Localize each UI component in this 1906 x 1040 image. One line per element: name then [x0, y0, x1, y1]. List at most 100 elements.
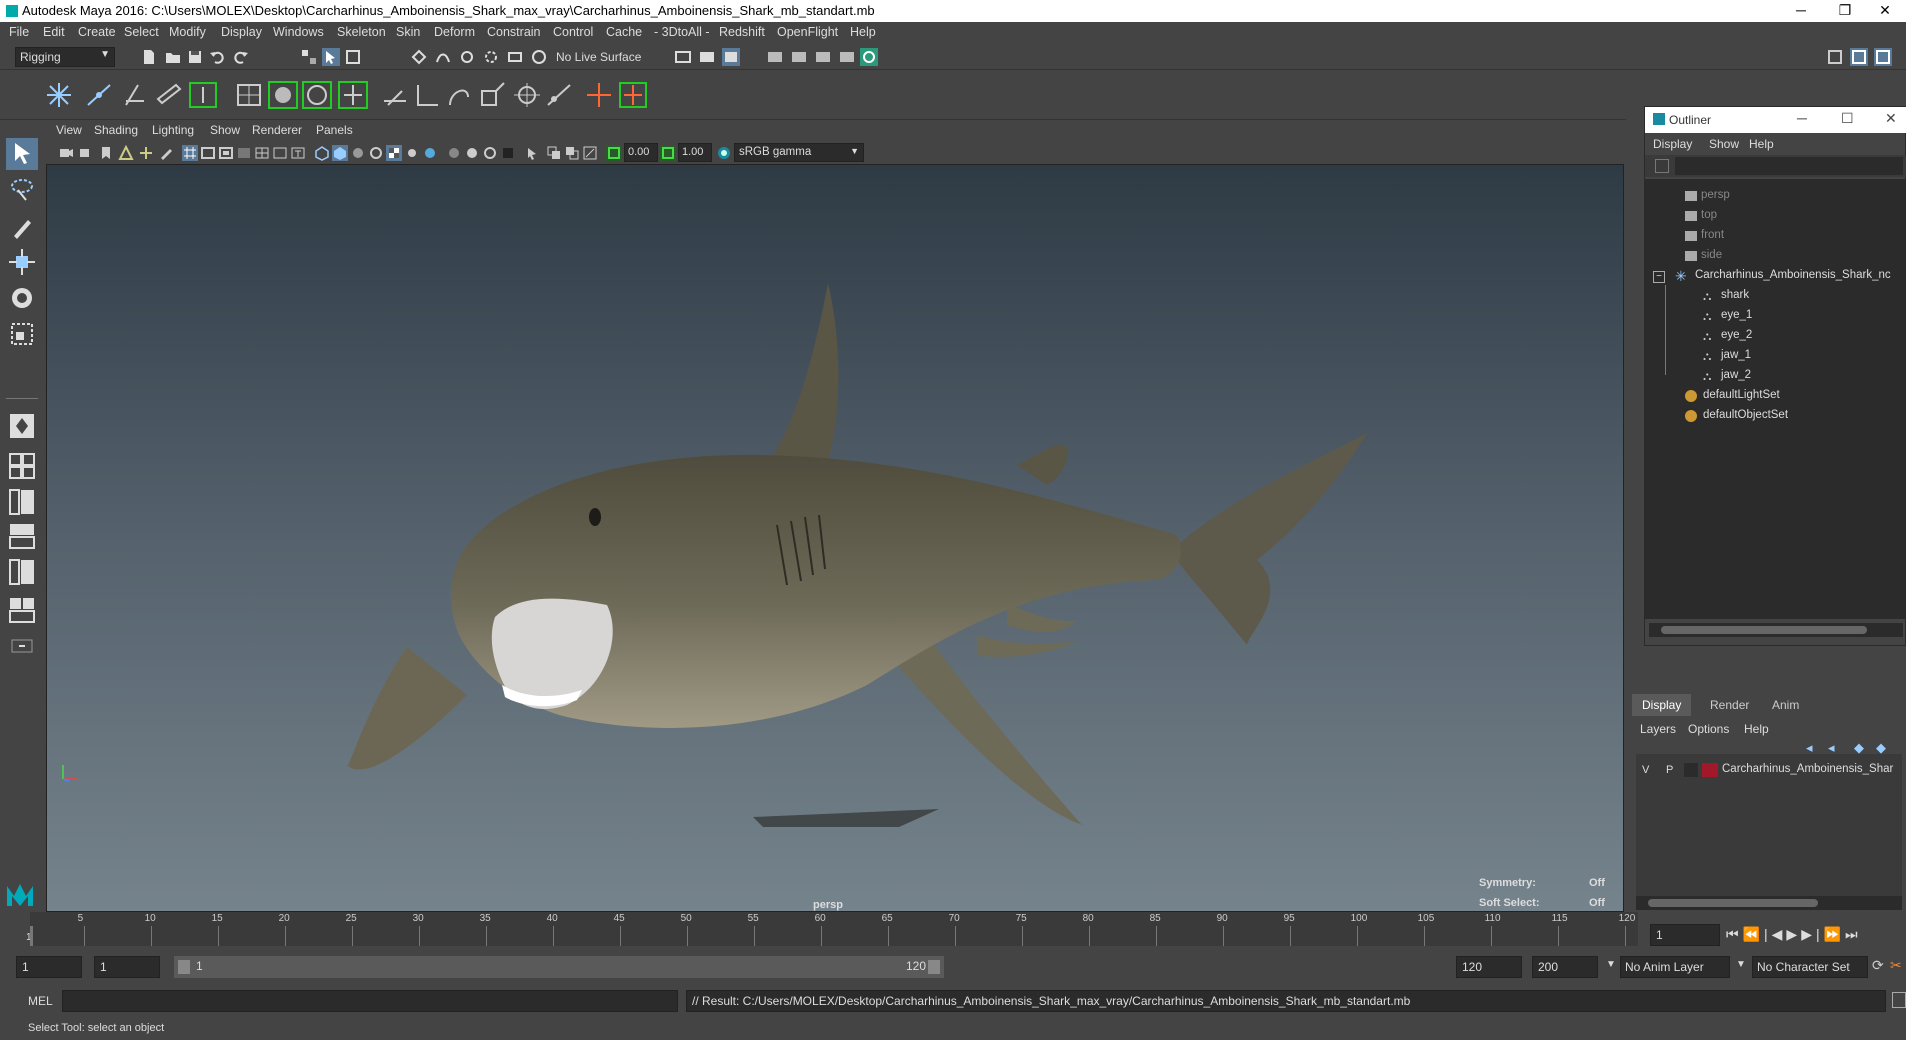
sculpt-deformer-icon[interactable] [266, 79, 300, 111]
outliner-menu-display[interactable]: Display [1653, 137, 1692, 151]
channel-box-icon[interactable] [1850, 48, 1868, 66]
outliner-search-input[interactable] [1675, 157, 1903, 175]
character-set-dropdown[interactable]: No Character Set [1752, 956, 1868, 978]
save-scene-icon[interactable] [186, 48, 204, 66]
depth-of-field-icon[interactable] [500, 145, 516, 161]
wireframe-on-shaded-icon[interactable] [368, 145, 384, 161]
menu-3dtoall[interactable]: - 3DtoAll - [654, 25, 710, 39]
gamma-icon[interactable] [660, 145, 676, 161]
textured-icon[interactable] [386, 145, 402, 161]
layer-color-swatch[interactable] [1702, 763, 1718, 777]
snap-point-icon[interactable] [458, 48, 476, 66]
ik-handle-icon[interactable] [82, 79, 116, 111]
menu-openflight[interactable]: OpenFlight [777, 25, 838, 39]
panel-menu-shading[interactable]: Shading [94, 123, 138, 137]
outliner-item-eye-1[interactable]: ⛬ eye_1 [1703, 309, 1903, 325]
outliner-item-default-light-set[interactable]: defaultLightSet [1685, 389, 1905, 405]
construction-history-icon[interactable] [674, 48, 692, 66]
grid-toggle-icon[interactable] [182, 145, 198, 161]
script-editor-icon[interactable] [1892, 992, 1906, 1008]
range-slider-right-handle[interactable] [928, 960, 940, 974]
xray-joints-icon[interactable] [564, 145, 580, 161]
move-tool-icon[interactable] [6, 246, 38, 278]
tab-display[interactable]: Display [1632, 694, 1692, 716]
playback-start-field[interactable]: 1 [94, 956, 160, 978]
hik-icon[interactable] [616, 79, 650, 111]
resolution-gate-icon[interactable] [218, 145, 234, 161]
scale-tool-icon[interactable] [6, 318, 38, 350]
menu-windows[interactable]: Windows [273, 25, 324, 39]
panel-menu-lighting[interactable]: Lighting [152, 123, 194, 137]
gate-mask-icon[interactable] [236, 145, 252, 161]
ipr-render-icon[interactable] [722, 48, 740, 66]
isolate-select-icon[interactable] [524, 145, 540, 161]
menu-modify[interactable]: Modify [169, 25, 206, 39]
scale-constraint-icon[interactable] [442, 79, 476, 111]
paint-select-icon[interactable] [6, 210, 38, 242]
chevron-down-icon[interactable]: ▼ [1606, 959, 1616, 970]
layers-menu-layers[interactable]: Layers [1640, 722, 1676, 736]
persp-graph-layout-icon[interactable] [6, 520, 38, 552]
animation-end-field[interactable]: 200 [1532, 956, 1598, 978]
outliner-item-jaw-1[interactable]: ⛬ jaw_1 [1703, 349, 1903, 365]
grease-pencil-icon[interactable] [158, 145, 174, 161]
scrollbar-thumb[interactable] [1648, 899, 1818, 907]
panel-menu-view[interactable]: View [56, 123, 82, 137]
scrollbar-thumb[interactable] [1661, 626, 1867, 634]
command-input[interactable] [62, 990, 678, 1012]
menu-cache[interactable]: Cache [606, 25, 642, 39]
panel-menu-renderer[interactable]: Renderer [252, 123, 302, 137]
outliner-minimize-button[interactable]: ─ [1797, 110, 1807, 126]
outliner-maximize-button[interactable]: ☐ [1841, 110, 1854, 127]
film-gate-icon[interactable] [200, 145, 216, 161]
open-scene-icon[interactable] [164, 48, 182, 66]
outliner-item-front[interactable]: front [1685, 229, 1885, 245]
filter-icon[interactable] [1655, 159, 1669, 173]
exposure-field[interactable]: 0.00 [624, 143, 658, 162]
layer-playback-toggle[interactable]: P [1666, 764, 1673, 776]
shadows-icon[interactable] [422, 145, 438, 161]
xray-icon[interactable] [546, 145, 562, 161]
menu-control[interactable]: Control [553, 25, 593, 39]
animation-start-field[interactable]: 1 [16, 956, 82, 978]
live-surface-label[interactable]: No Live Surface [556, 50, 641, 64]
ik-spline-icon[interactable] [118, 79, 152, 111]
playback-controls[interactable]: ⏮⏪|◀▶▶|⏩⏭ [1726, 926, 1862, 943]
chevron-down-icon[interactable]: ▼ [1736, 959, 1746, 970]
safe-title-icon[interactable] [290, 145, 306, 161]
view-transform-dropdown[interactable]: sRGB gamma ▼ [734, 143, 864, 162]
auto-key-icon[interactable]: ⟳ [1872, 957, 1884, 974]
camera-attributes-icon[interactable] [78, 145, 94, 161]
new-scene-icon[interactable] [140, 48, 158, 66]
outliner-menu-help[interactable]: Help [1749, 137, 1774, 151]
hypershade-layout-icon[interactable] [6, 556, 38, 588]
wireframe-icon[interactable] [314, 145, 330, 161]
orient-constraint-icon[interactable] [410, 79, 444, 111]
bind-skin-icon[interactable] [152, 79, 186, 111]
menu-skin[interactable]: Skin [396, 25, 420, 39]
image-plane-icon[interactable] [118, 144, 134, 161]
command-language-toggle[interactable]: MEL [28, 994, 53, 1008]
safe-action-icon[interactable] [272, 145, 288, 161]
screen-space-ao-icon[interactable] [446, 145, 462, 161]
time-slider-track[interactable]: 5 10 15 20 25 30 35 40 45 50 55 60 65 70 75 80 85 90 95 100… [30, 912, 1638, 946]
anim-layer-dropdown[interactable]: No Anim Layer [1620, 956, 1730, 978]
outliner-item-jaw-2[interactable]: ⛬ jaw_2 [1703, 369, 1903, 385]
outliner-item-shark-group[interactable]: − ✳ Carcharhinus_Amboinensis_Shark_nc [1653, 268, 1906, 285]
menu-help[interactable]: Help [850, 25, 876, 39]
tab-anim[interactable]: Anim [1762, 694, 1809, 716]
menu-constrain[interactable]: Constrain [487, 25, 541, 39]
motion-blur-icon[interactable] [464, 145, 480, 161]
anti-aliasing-icon[interactable] [482, 145, 498, 161]
outliner-horizontal-scrollbar[interactable] [1649, 623, 1903, 637]
snap-curve-icon[interactable] [434, 48, 452, 66]
snap-projected-icon[interactable] [482, 48, 500, 66]
menu-file[interactable]: File [9, 25, 29, 39]
menu-deform[interactable]: Deform [434, 25, 475, 39]
outliner-item-shark[interactable]: ⛬ shark [1703, 289, 1903, 305]
close-button[interactable]: ✕ [1862, 0, 1906, 22]
render-current-icon[interactable] [814, 48, 832, 66]
select-object-icon[interactable] [322, 48, 340, 66]
xray-components-icon[interactable] [582, 145, 598, 161]
time-slider[interactable]: 5 10 15 20 25 30 35 40 45 50 55 60 65 70 75 80 85 90 95 100… [0, 912, 1906, 948]
